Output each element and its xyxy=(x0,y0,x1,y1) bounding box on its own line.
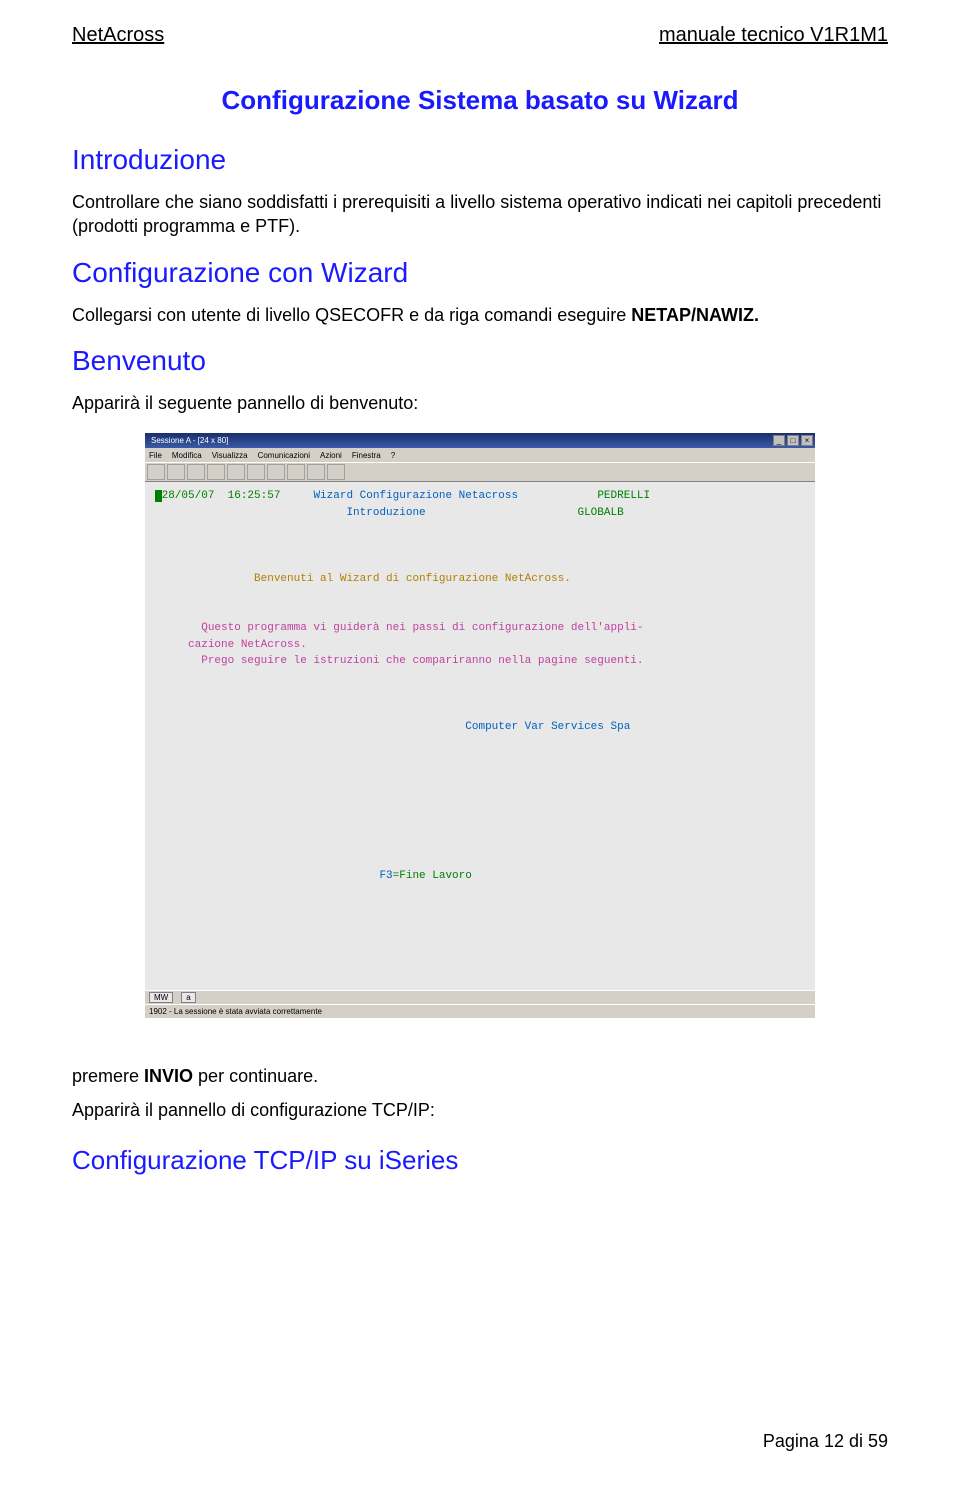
minimize-icon[interactable]: _ xyxy=(773,435,785,446)
header-right: manuale tecnico V1R1M1 xyxy=(659,24,888,47)
toolbar-button[interactable] xyxy=(327,464,345,480)
toolbar-button[interactable] xyxy=(287,464,305,480)
menubar: File Modifica Visualizza Comunicazioni A… xyxy=(145,448,815,462)
menu-item[interactable]: File xyxy=(149,451,162,460)
terminal-screenshot: Sessione A - [24 x 80] _ □ × File Modifi… xyxy=(145,433,815,1018)
status-message: 1902 - La sessione è stata avviata corre… xyxy=(149,1007,322,1016)
statusbar-msg: 1902 - La sessione è stata avviata corre… xyxy=(145,1004,815,1018)
toolbar-button[interactable] xyxy=(227,464,245,480)
conf-text: Collegarsi con utente di livello QSECOFR… xyxy=(72,305,631,325)
term-system: GLOBALB xyxy=(577,507,623,519)
term-welcome: Benvenuti al Wizard di configurazione Ne… xyxy=(254,573,571,585)
term-company: Computer Var Services Spa xyxy=(465,721,630,733)
section-benvenuto-heading: Benvenuto xyxy=(72,345,888,377)
window-buttons: _ □ × xyxy=(773,435,813,446)
after1-pre: premere xyxy=(72,1066,144,1086)
menu-item[interactable]: ? xyxy=(391,451,395,460)
toolbar-button[interactable] xyxy=(167,464,185,480)
cursor-icon xyxy=(155,490,162,502)
window-title: Sessione A - [24 x 80] xyxy=(147,436,228,445)
terminal-screen: 28/05/07 16:25:57 Wizard Configurazione … xyxy=(145,482,815,990)
term-user: PEDRELLI xyxy=(597,490,650,502)
after1-bold: INVIO xyxy=(144,1066,193,1086)
section-intro-heading: Introduzione xyxy=(72,144,888,176)
toolbar-button[interactable] xyxy=(147,464,165,480)
menu-item[interactable]: Modifica xyxy=(172,451,202,460)
page-title: Configurazione Sistema basato su Wizard xyxy=(72,85,888,116)
toolbar-button[interactable] xyxy=(187,464,205,480)
term-date: 28/05/07 xyxy=(162,490,215,502)
toolbar-button[interactable] xyxy=(207,464,225,480)
page-header: NetAcross manuale tecnico V1R1M1 xyxy=(72,24,888,47)
close-icon[interactable]: × xyxy=(801,435,813,446)
term-text: cazione NetAcross. xyxy=(188,639,307,651)
statusbar: MW a xyxy=(145,990,815,1004)
toolbar-button[interactable] xyxy=(247,464,265,480)
toolbar-button[interactable] xyxy=(307,464,325,480)
page-footer: Pagina 12 di 59 xyxy=(763,1431,888,1452)
intro-paragraph: Controllare che siano soddisfatti i prer… xyxy=(72,190,888,239)
term-time: 16:25:57 xyxy=(228,490,281,502)
menu-item[interactable]: Finestra xyxy=(352,451,381,460)
status-mw: MW xyxy=(149,992,173,1003)
term-fkey-key: F3 xyxy=(379,870,392,882)
menu-item[interactable]: Visualizza xyxy=(212,451,248,460)
conf-command: NETAP/NAWIZ. xyxy=(631,305,759,325)
term-title: Wizard Configurazione Netacross xyxy=(313,490,518,502)
window-titlebar: Sessione A - [24 x 80] _ □ × xyxy=(145,433,815,448)
maximize-icon[interactable]: □ xyxy=(787,435,799,446)
section-conf-heading: Configurazione con Wizard xyxy=(72,257,888,289)
status-a: a xyxy=(181,992,195,1003)
after1-post: per continuare. xyxy=(193,1066,318,1086)
toolbar-button[interactable] xyxy=(267,464,285,480)
menu-item[interactable]: Azioni xyxy=(320,451,342,460)
conf-paragraph: Collegarsi con utente di livello QSECOFR… xyxy=(72,303,888,327)
menu-item[interactable]: Comunicazioni xyxy=(258,451,310,460)
term-subtitle: Introduzione xyxy=(346,507,425,519)
benvenuto-paragraph: Apparirà il seguente pannello di benvenu… xyxy=(72,391,888,415)
term-fkey-label: =Fine Lavoro xyxy=(393,870,472,882)
after-paragraph-1: premere INVIO per continuare. xyxy=(72,1064,888,1088)
term-text: Questo programma vi guiderà nei passi di… xyxy=(201,622,643,634)
header-left: NetAcross xyxy=(72,24,164,47)
toolbar xyxy=(145,462,815,482)
term-text: Prego seguire le istruzioni che comparir… xyxy=(201,655,643,667)
section-tcpip-heading: Configurazione TCP/IP su iSeries xyxy=(72,1145,888,1176)
after-paragraph-2: Apparirà il pannello di configurazione T… xyxy=(72,1098,888,1122)
